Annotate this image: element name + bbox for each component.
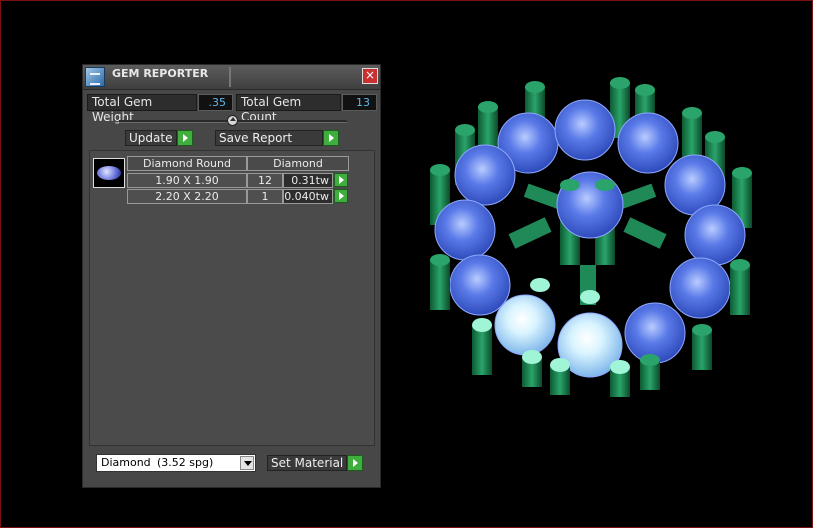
row2-count: 1 [247, 189, 283, 204]
gem-reporter-icon [85, 67, 105, 87]
total-gem-weight-value: .35 [198, 94, 233, 111]
row2-size: 2.20 X 2.20 [127, 189, 247, 204]
row2-weight: 0.040tw [283, 189, 333, 204]
gem-reporter-panel: GEM REPORTER × Total Gem Weight .35 Tota… [82, 64, 381, 488]
ring-setting-render[interactable] [410, 75, 770, 405]
total-gem-count-label: Total Gem Count [236, 94, 341, 124]
set-material-arrow-icon[interactable] [347, 455, 363, 471]
row1-arrow-icon[interactable] [334, 173, 348, 187]
gem-report-list[interactable]: Diamond Round Diamond 1.90 X 1.90 12 0.3… [89, 150, 375, 446]
close-button[interactable]: × [362, 68, 378, 84]
title-divider [229, 67, 231, 87]
total-gem-weight-label: Total Gem Weight [87, 94, 197, 124]
material-name: Diamond [101, 456, 151, 469]
gem-shape-header: Diamond Round [127, 156, 247, 171]
gem-material-header: Diamond [247, 156, 349, 171]
material-select[interactable]: Diamond (3.52 spg) [96, 454, 256, 472]
chevron-down-icon[interactable] [240, 456, 254, 470]
collapse-toggle[interactable] [227, 115, 238, 126]
center-gem [556, 171, 624, 265]
set-material-button[interactable]: Set Material [267, 455, 347, 471]
title-bar[interactable]: GEM REPORTER × [83, 65, 380, 90]
row1-count: 12 [247, 173, 283, 188]
row1-size: 1.90 X 1.90 [127, 173, 247, 188]
total-gem-count-value: 13 [342, 94, 377, 111]
update-button[interactable]: Update [125, 130, 177, 146]
save-report-button[interactable]: Save Report [215, 130, 323, 146]
save-report-arrow-icon[interactable] [323, 130, 339, 146]
row1-weight: 0.31tw [283, 173, 333, 188]
window-title: GEM REPORTER [112, 67, 209, 80]
row2-arrow-icon[interactable] [334, 189, 348, 203]
update-arrow-icon[interactable] [177, 130, 193, 146]
material-gravity: (3.52 spg) [157, 456, 214, 469]
diamond-round-thumbnail [93, 158, 125, 188]
